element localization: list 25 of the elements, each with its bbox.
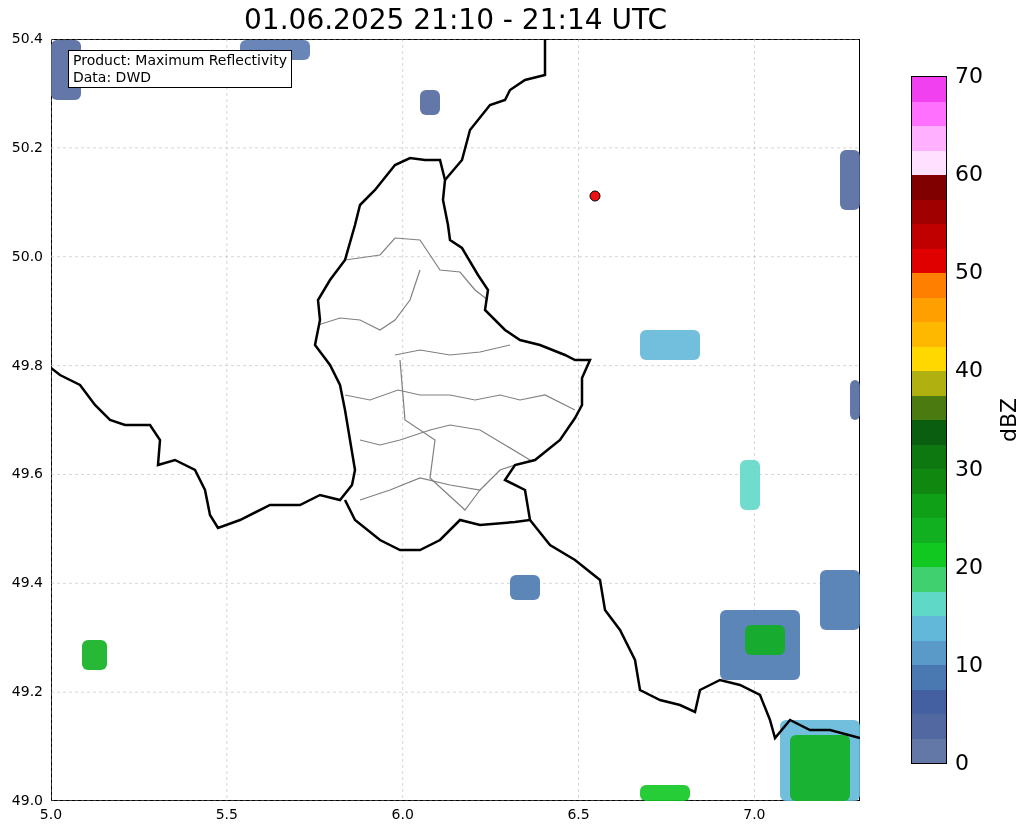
legend-text: Product: Maximum Reflectivity xyxy=(73,52,287,69)
x-tick-label: 6.0 xyxy=(391,807,414,821)
y-tick-label: 49.0 xyxy=(11,793,43,807)
colorbar-tick-label: 20 xyxy=(955,555,983,578)
colorbar-tick-label: 60 xyxy=(955,163,983,186)
x-tick-label: 5.5 xyxy=(215,807,238,821)
colorbar-tick-label: 0 xyxy=(955,752,969,774)
colorbar-tick-label: 50 xyxy=(955,261,983,284)
y-tick-label: 50.4 xyxy=(11,31,43,45)
y-tick-label: 50.2 xyxy=(11,139,43,154)
y-tick-label: 49.8 xyxy=(11,357,43,372)
chart-title: 01.06.2025 21:10 - 21:14 UTC xyxy=(244,5,667,34)
y-tick-label: 50.0 xyxy=(11,248,43,263)
colorbar-tick-label: 40 xyxy=(955,359,983,382)
colorbar-tick-label: 70 xyxy=(955,65,983,87)
x-tick-label: 6.5 xyxy=(567,807,590,821)
y-tick-label: 49.2 xyxy=(11,684,43,699)
colorbar-tick-label: 30 xyxy=(955,457,983,480)
legend-text: Data: DWD xyxy=(73,69,152,86)
colorbar-label: dBZ xyxy=(998,397,1020,443)
y-tick-label: 49.6 xyxy=(11,466,43,481)
y-tick-label: 49.4 xyxy=(11,575,43,590)
x-tick-label: 5.0 xyxy=(39,807,63,821)
colorbar-tick-label: 10 xyxy=(955,653,983,676)
x-tick-label: 7.0 xyxy=(743,807,766,821)
